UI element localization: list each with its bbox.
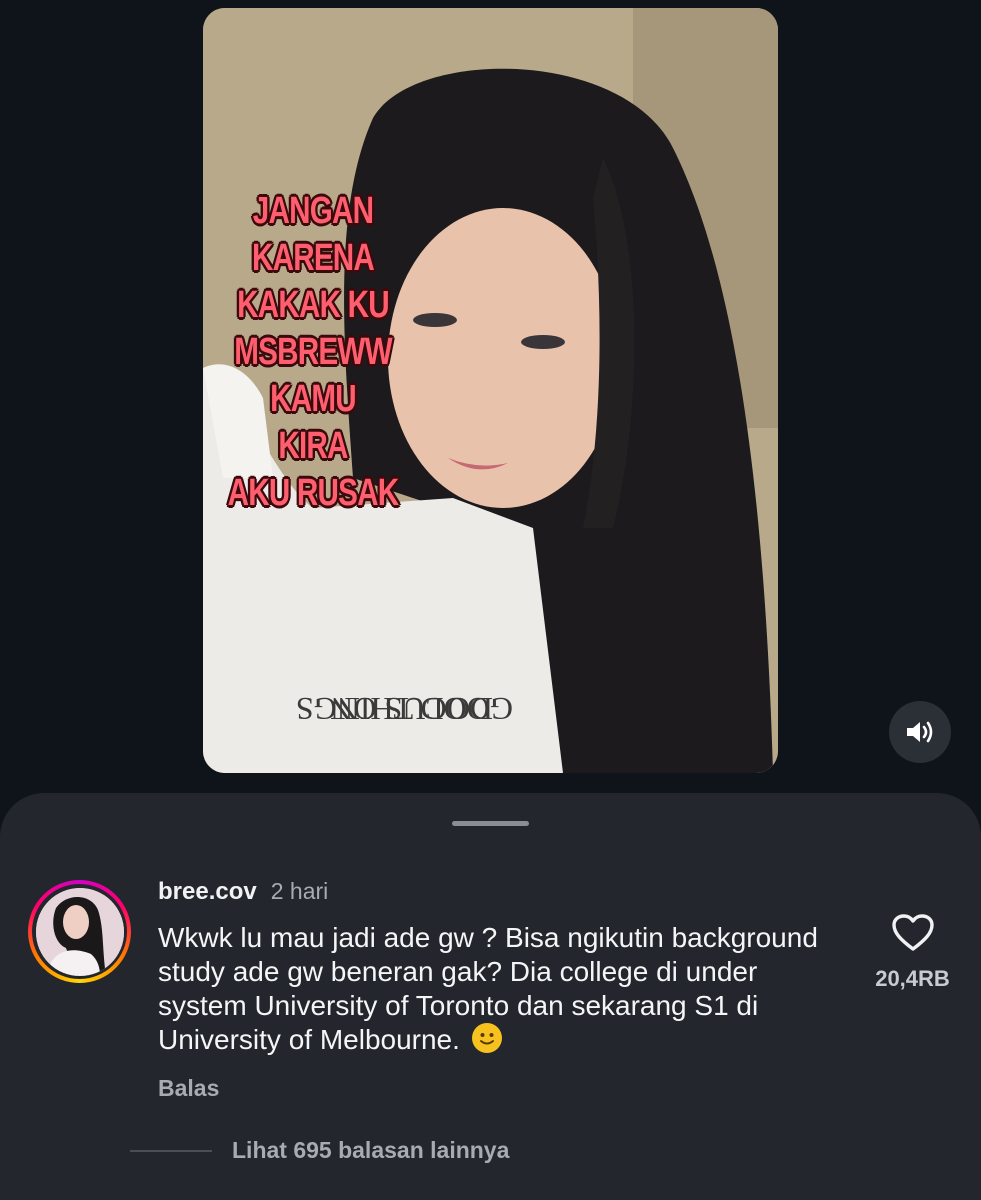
- caption-line: KIRA: [278, 425, 348, 467]
- reply-button[interactable]: Balas: [158, 1075, 219, 1102]
- caption-line: JANGAN: [252, 190, 374, 232]
- story-ring[interactable]: [28, 880, 131, 983]
- comment-time: 2 hari: [270, 878, 329, 904]
- avatar-border: [32, 884, 127, 979]
- comment-username[interactable]: bree.cov: [158, 878, 257, 906]
- video-player[interactable]: DOCUS ON GOOD THINGS JANGAN KARENA KAKAK…: [203, 8, 778, 773]
- screen: DOCUS ON GOOD THINGS JANGAN KARENA KAKAK…: [0, 0, 981, 1200]
- comments-sheet: bree.cov 2 hari Wkwk lu mau jadi ade gw …: [0, 793, 981, 1200]
- avatar[interactable]: [35, 887, 124, 976]
- heart-icon: [892, 914, 934, 951]
- caption-line: KAKAK KU: [237, 284, 390, 326]
- comment-header: bree.cov 2 hari: [158, 878, 328, 906]
- like-count: 20,4RB: [875, 966, 950, 991]
- caption-line: AKU RUSAK: [227, 472, 400, 514]
- caption-line: MSBREWW: [234, 331, 392, 373]
- caption-line: KAMU: [270, 378, 357, 420]
- volume-button[interactable]: [889, 701, 951, 763]
- volume-icon: [907, 721, 933, 743]
- replies-divider: [130, 1150, 212, 1152]
- avatar-image: [35, 887, 124, 976]
- like-button[interactable]: [891, 913, 935, 953]
- view-replies-button[interactable]: Lihat 695 balasan lainnya: [232, 1137, 509, 1164]
- drag-handle[interactable]: [452, 821, 529, 826]
- video-caption: JANGAN KARENA KAKAK KU MSBREWW KAMU KIRA…: [203, 188, 423, 517]
- caption-line: KARENA: [251, 237, 375, 279]
- smiling-face-icon: [471, 1023, 502, 1053]
- svg-text:GOOD THINGS: GOOD THINGS: [296, 691, 513, 727]
- comment-body: Wkwk lu mau jadi ade gw ? Bisa ngikutin …: [158, 921, 848, 1057]
